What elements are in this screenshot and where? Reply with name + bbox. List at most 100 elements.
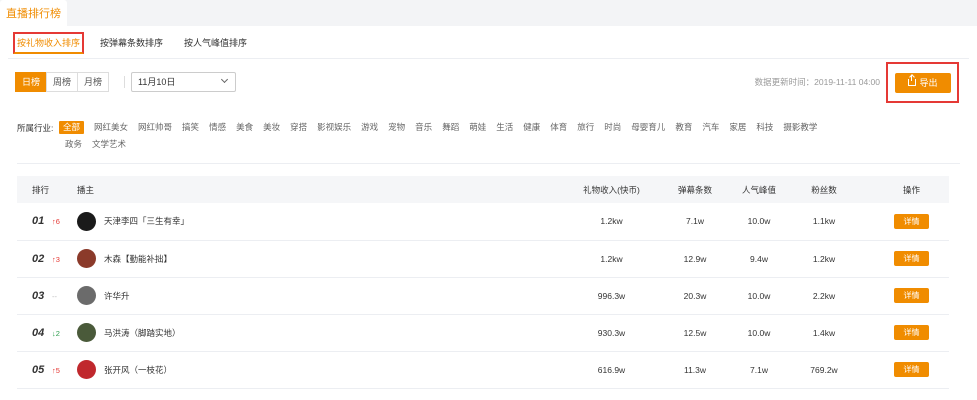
ranking-table: 排行 播主 礼物收入(快币) 弹幕条数 人气峰值 粉丝数 操作 01 ↑6 天津李四… — [17, 176, 949, 389]
top-bar: 直播排行榜 — [0, 0, 977, 26]
detail-button[interactable]: 详情 — [894, 288, 929, 303]
rank-change: ↓2 — [52, 328, 60, 338]
danmu-cell: 12.9w — [683, 253, 707, 264]
industry-filter-item[interactable]: 网红帅哥 — [138, 121, 172, 134]
host-name[interactable]: 马洪涛（脚踏实地） — [104, 327, 181, 339]
host-cell: 天津李四「三生有幸」 — [77, 203, 557, 240]
industry-filter-item[interactable]: 母婴育儿 — [631, 121, 665, 134]
period-day-button[interactable]: 日榜 — [15, 72, 47, 92]
host-name[interactable]: 天津李四「三生有幸」 — [104, 215, 189, 227]
divider — [17, 163, 960, 164]
industry-filter-item[interactable]: 旅行 — [577, 121, 594, 134]
peak-cell: 10.0w — [747, 290, 771, 301]
fans-cell: 1.2kw — [812, 253, 836, 264]
industry-filter-item[interactable]: 健康 — [523, 121, 540, 134]
industry-filter-item[interactable]: 政务 — [65, 138, 82, 151]
upload-icon — [908, 75, 917, 86]
table-row: 03 -- 许华升 996.3w 20.3w 10.0w 2.2kw 详情 — [17, 277, 949, 314]
fans-cell: 2.2kw — [812, 290, 836, 301]
column-header-rank[interactable]: 排行 — [17, 176, 77, 203]
industry-filter-item[interactable]: 宠物 — [388, 121, 405, 134]
column-header-peak[interactable]: 人气峰值 — [724, 176, 794, 203]
tab-sort-by-popularity[interactable]: 按人气峰值排序 — [182, 32, 249, 54]
industry-filter-item[interactable]: 科技 — [756, 121, 773, 134]
table-header-row: 排行 播主 礼物收入(快币) 弹幕条数 人气峰值 粉丝数 操作 — [17, 176, 949, 203]
rank-change: -- — [52, 291, 57, 301]
industry-filter-item[interactable]: 舞蹈 — [442, 121, 459, 134]
chevron-down-icon — [220, 75, 229, 84]
industry-filter-item[interactable]: 萌娃 — [469, 121, 486, 134]
fans-cell: 1.1kw — [812, 216, 836, 227]
industry-filter-item[interactable]: 生活 — [496, 121, 513, 134]
avatar[interactable] — [77, 323, 96, 342]
export-button[interactable]: 导出 — [895, 73, 951, 93]
industry-filter-item[interactable]: 美食 — [236, 121, 253, 134]
tab-sort-by-gift[interactable]: 按礼物收入排序 — [13, 32, 85, 54]
rank-change: ↑5 — [52, 365, 60, 375]
rank-cell: 05 ↑5 — [17, 351, 77, 388]
industry-filter-item[interactable]: 美妆 — [263, 121, 280, 134]
date-select[interactable]: 11月10日 — [131, 72, 236, 92]
detail-button[interactable]: 详情 — [894, 213, 929, 229]
avatar[interactable] — [77, 360, 96, 379]
period-week-button[interactable]: 周榜 — [46, 72, 78, 92]
rank-cell: 03 -- — [17, 277, 77, 314]
detail-button[interactable]: 详情 — [894, 362, 929, 377]
tab-sort-by-danmu[interactable]: 按弹幕条数排序 — [98, 32, 165, 54]
column-header-gift[interactable]: 礼物收入(快币) — [557, 176, 666, 203]
export-label: 导出 — [919, 78, 938, 88]
peak-cell: 10.0w — [747, 216, 771, 227]
industry-filter-item[interactable]: 教育 — [675, 121, 692, 134]
host-name[interactable]: 许华升 — [104, 290, 130, 302]
rank-number: 03 — [32, 289, 45, 302]
table-row: 05 ↑5 张开风（一枝花） 616.9w 11.3w 7.1w 769.2w 详情 — [17, 351, 949, 388]
danmu-cell: 11.3w — [683, 364, 707, 375]
host-cell: 许华升 — [77, 277, 557, 314]
export-highlight: 导出 — [886, 62, 959, 103]
host-name[interactable]: 张开风（一枝花） — [104, 364, 172, 376]
fans-cell: 769.2w — [810, 364, 838, 375]
industry-label: 所属行业: — [17, 123, 54, 133]
gift-cell: 930.3w — [597, 327, 626, 338]
period-month-button[interactable]: 月榜 — [77, 72, 109, 92]
industry-filter-item[interactable]: 体育 — [550, 121, 567, 134]
industry-filter-item[interactable]: 穿搭 — [290, 121, 307, 134]
gift-cell: 616.9w — [597, 364, 626, 375]
column-header-fans[interactable]: 粉丝数 — [794, 176, 854, 203]
avatar[interactable] — [77, 249, 96, 268]
rank-cell: 02 ↑3 — [17, 240, 77, 277]
rank-number: 02 — [32, 252, 45, 265]
avatar[interactable] — [77, 286, 96, 305]
divider — [8, 58, 969, 59]
action-cell: 详情 — [854, 203, 949, 240]
peak-cell: 7.1w — [750, 364, 768, 375]
avatar[interactable] — [77, 211, 96, 231]
table-row: 04 ↓2 马洪涛（脚踏实地） 930.3w 12.5w 10.0w 1.4kw 详情 — [17, 314, 949, 351]
host-name[interactable]: 木森【勤能补拙】 — [104, 253, 172, 265]
rank-cell: 01 ↑6 — [17, 203, 77, 240]
industry-filter-item[interactable]: 汽车 — [702, 121, 719, 134]
industry-filter-item[interactable]: 文学艺术 — [92, 138, 126, 151]
column-header-host: 播主 — [77, 184, 95, 195]
industry-filter-item[interactable]: 时尚 — [604, 121, 621, 134]
column-header-action: 操作 — [902, 184, 920, 195]
rank-change: ↑3 — [52, 254, 60, 264]
divider — [124, 76, 125, 88]
gift-cell: 1.2kw — [600, 253, 623, 264]
detail-button[interactable]: 详情 — [894, 325, 929, 340]
detail-button[interactable]: 详情 — [894, 251, 929, 266]
host-cell: 马洪涛（脚踏实地） — [77, 314, 557, 351]
industry-filter-item[interactable]: 游戏 — [361, 121, 378, 134]
industry-filter-item[interactable]: 全部 — [59, 121, 85, 134]
gift-cell: 1.2kw — [600, 216, 623, 227]
tab-live-ranking[interactable]: 直播排行榜 — [0, 0, 67, 26]
industry-filter-item[interactable]: 网红美女 — [94, 121, 128, 134]
column-header-danmu[interactable]: 弹幕条数 — [666, 176, 724, 203]
industry-filter-item[interactable]: 搞笑 — [182, 121, 199, 134]
rank-cell: 04 ↓2 — [17, 314, 77, 351]
industry-filter-item[interactable]: 家居 — [729, 121, 746, 134]
industry-filter-item[interactable]: 音乐 — [415, 121, 432, 134]
industry-filter-item[interactable]: 摄影教学 — [783, 121, 817, 134]
industry-filter-item[interactable]: 影视娱乐 — [317, 121, 351, 134]
industry-filter-item[interactable]: 情感 — [209, 121, 226, 134]
